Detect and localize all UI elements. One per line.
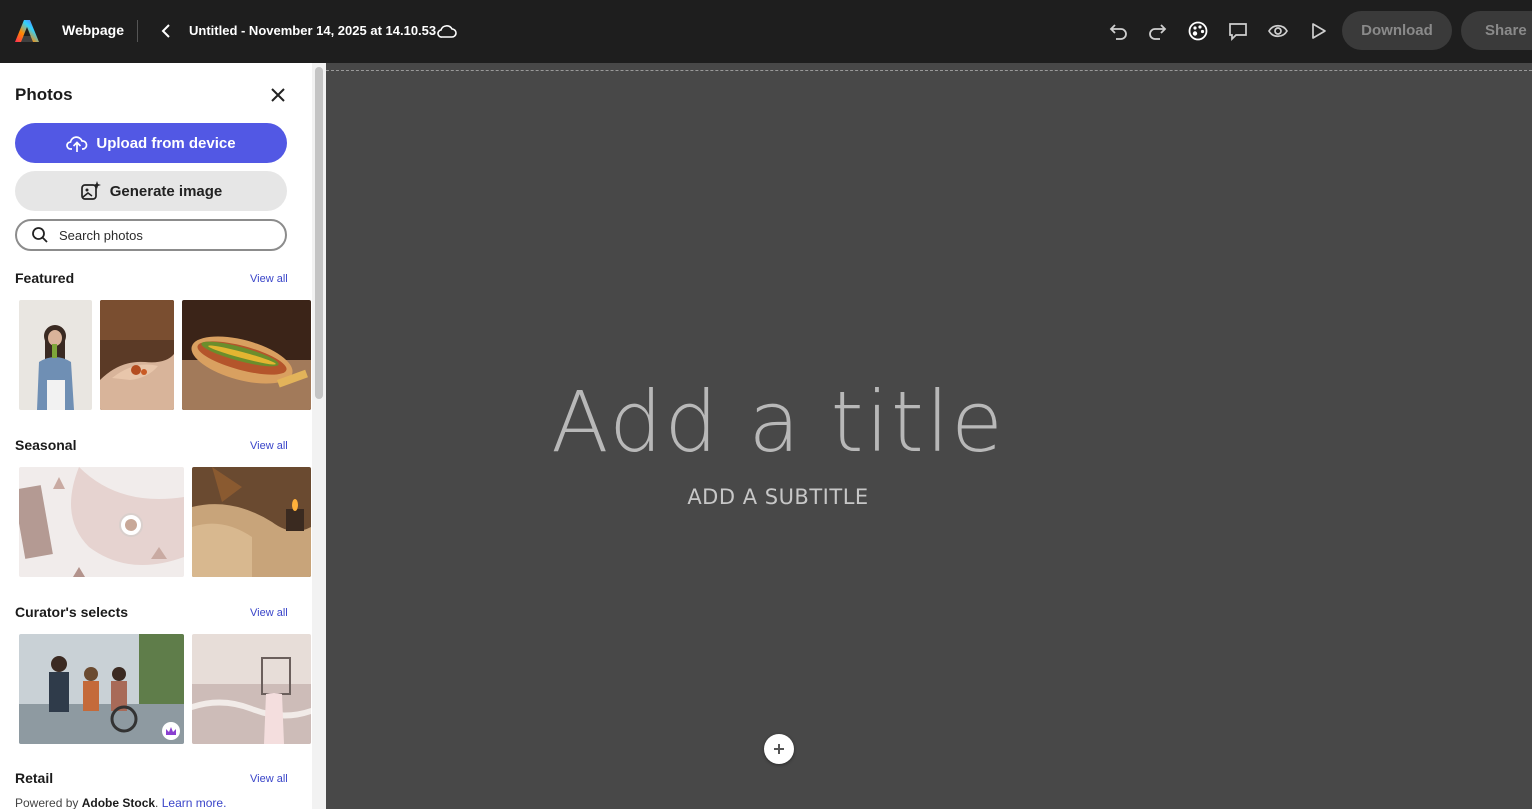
section-title-retail: Retail: [15, 770, 54, 786]
generate-image-icon: [80, 181, 101, 200]
cloud-sync-icon[interactable]: [436, 20, 458, 42]
close-icon: [271, 88, 285, 102]
view-all-curators-link[interactable]: View all: [250, 607, 288, 619]
top-bar: Webpage Untitled - November 14, 2025 at …: [0, 0, 1532, 63]
download-button[interactable]: Download: [1342, 11, 1452, 50]
section-title-featured: Featured: [15, 270, 75, 286]
page-canvas[interactable]: Add a title ADD A SUBTITLE: [326, 63, 1532, 809]
curators-photo-frame-beach[interactable]: [192, 634, 311, 744]
search-box[interactable]: [15, 219, 287, 251]
featured-photo-hotdog[interactable]: [182, 300, 311, 410]
upload-label: Upload from device: [96, 134, 236, 152]
panel-scrollbar[interactable]: [312, 63, 326, 809]
comment-icon[interactable]: [1226, 19, 1250, 43]
upload-from-device-button[interactable]: Upload from device: [15, 123, 287, 163]
scrollbar-thumb[interactable]: [315, 67, 323, 399]
page-title-placeholder[interactable]: Add a title: [326, 373, 1230, 471]
share-button[interactable]: Share: [1461, 11, 1532, 50]
curators-photo-office-team[interactable]: [19, 634, 184, 744]
canvas-section-border: [326, 70, 1532, 71]
featured-photo-woman[interactable]: [19, 300, 92, 410]
document-title[interactable]: Untitled - November 14, 2025 at 14.10.53: [189, 23, 436, 38]
header-divider: [137, 20, 138, 42]
cloud-upload-icon: [66, 136, 88, 152]
powered-by-footer: Powered by Adobe Stock. Learn more.: [15, 796, 226, 809]
app-name: Webpage: [62, 22, 124, 38]
learn-more-link[interactable]: Learn more.: [162, 796, 227, 809]
back-button[interactable]: [156, 20, 176, 42]
photos-panel: Photos Upload from device Generate image…: [0, 63, 312, 809]
page-subtitle-placeholder[interactable]: ADD A SUBTITLE: [326, 485, 1230, 509]
premium-crown-icon: [162, 722, 180, 740]
view-all-featured-link[interactable]: View all: [250, 273, 288, 285]
add-block-button[interactable]: [764, 734, 794, 764]
view-all-seasonal-link[interactable]: View all: [250, 440, 288, 452]
redo-icon[interactable]: [1146, 19, 1170, 43]
preview-eye-icon[interactable]: [1266, 19, 1290, 43]
plus-icon: [774, 744, 784, 754]
chevron-left-icon: [161, 24, 170, 38]
section-title-seasonal: Seasonal: [15, 437, 77, 453]
search-icon: [32, 227, 48, 243]
generate-label: Generate image: [109, 182, 223, 200]
close-panel-button[interactable]: [268, 85, 288, 105]
footer-prefix: Powered by: [15, 796, 82, 809]
undo-icon[interactable]: [1106, 19, 1130, 43]
featured-photo-hand-soil[interactable]: [100, 300, 174, 410]
search-photos-input[interactable]: [57, 226, 267, 244]
theme-palette-icon[interactable]: [1186, 19, 1210, 43]
footer-brand: Adobe Stock: [81, 796, 156, 809]
seasonal-photo-knit-candle[interactable]: [192, 467, 311, 577]
play-icon[interactable]: [1306, 19, 1330, 43]
adobe-express-logo-icon[interactable]: [14, 18, 40, 44]
seasonal-photo-autumn-flatlay[interactable]: [19, 467, 184, 577]
view-all-retail-link[interactable]: View all: [250, 773, 288, 785]
generate-image-button[interactable]: Generate image: [15, 171, 287, 211]
footer-suffix: .: [155, 796, 162, 809]
section-title-curators-selects: Curator's selects: [15, 604, 129, 620]
panel-title: Photos: [15, 85, 73, 104]
